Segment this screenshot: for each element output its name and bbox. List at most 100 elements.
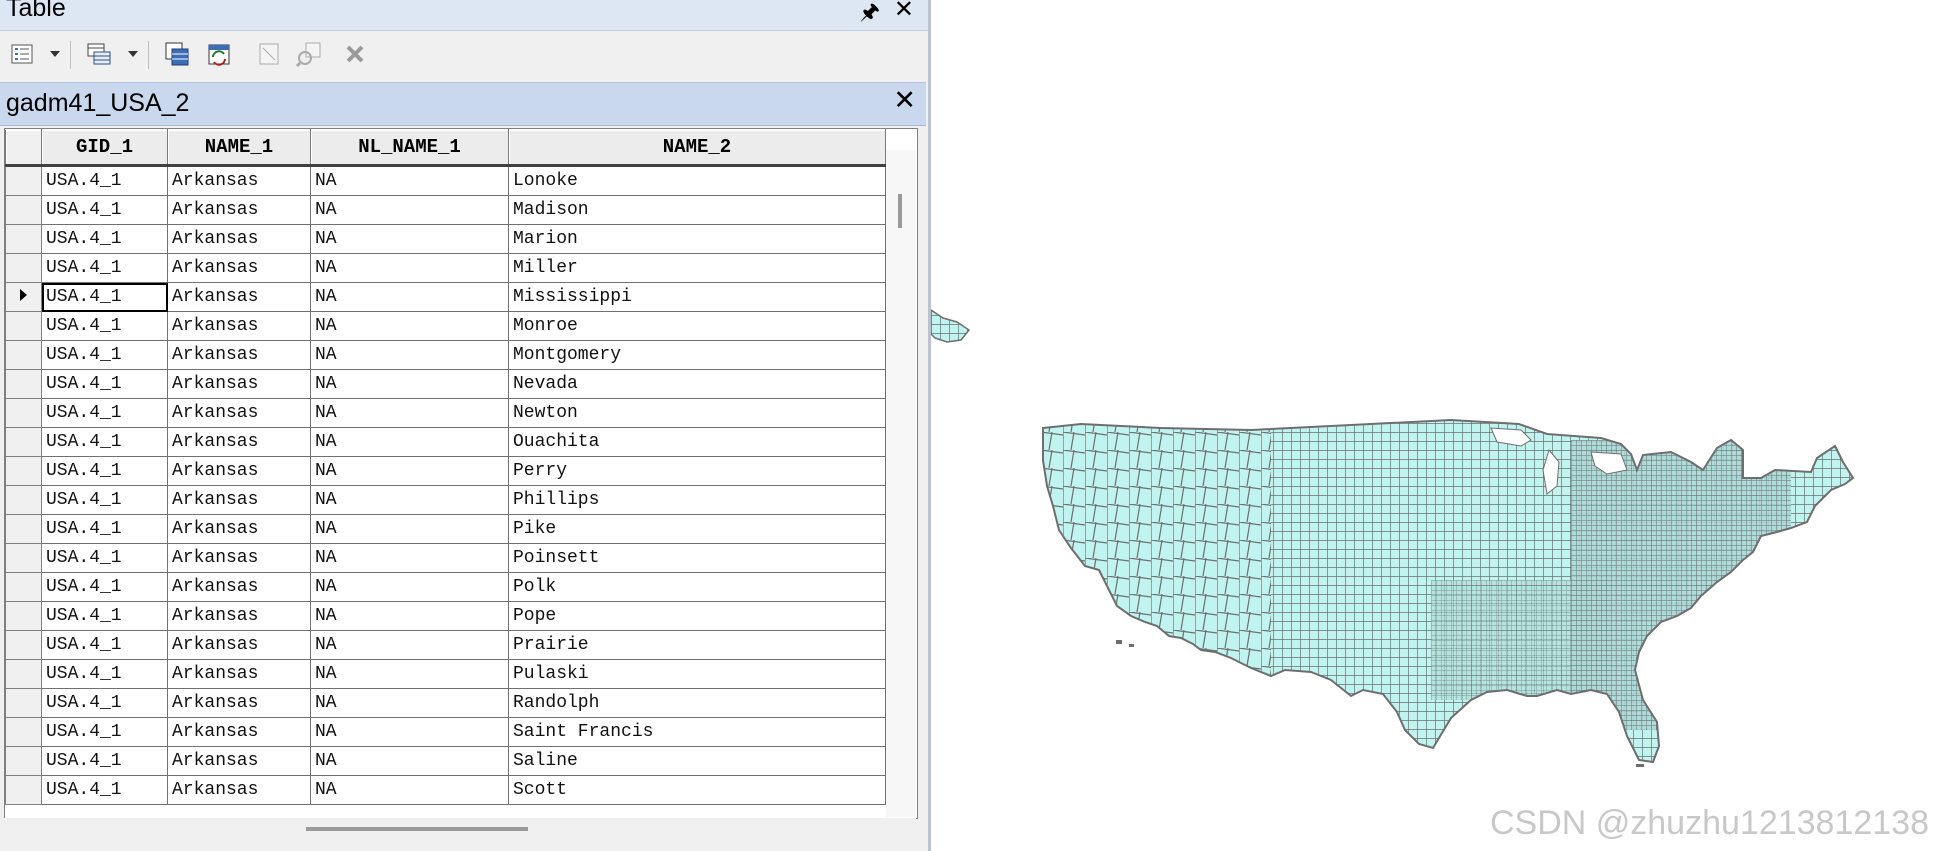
table-row[interactable]: USA.4_1 Arkansas NA Pope <box>5 601 886 631</box>
cell-nl-name-1[interactable]: NA <box>310 630 509 660</box>
row-selector[interactable] <box>5 311 42 341</box>
cell-name-2[interactable]: Madison <box>508 195 886 225</box>
table-row[interactable]: USA.4_1 Arkansas NA Miller <box>5 253 886 283</box>
cell-gid-1[interactable]: USA.4_1 <box>41 659 168 689</box>
row-selector[interactable] <box>5 195 42 225</box>
table-row[interactable]: USA.4_1 Arkansas NA Perry <box>5 456 886 486</box>
horizontal-scroll-thumb[interactable] <box>306 827 528 831</box>
row-selector[interactable] <box>5 456 42 486</box>
row-selector[interactable] <box>5 572 42 602</box>
cell-gid-1[interactable]: USA.4_1 <box>41 311 168 341</box>
column-header-gid-1[interactable]: GID_1 <box>41 129 168 167</box>
row-selector[interactable] <box>5 601 42 631</box>
cell-name-1[interactable]: Arkansas <box>167 601 311 631</box>
related-tables-dropdown-icon[interactable] <box>128 51 138 57</box>
row-selector[interactable] <box>5 717 42 747</box>
close-tab-icon[interactable]: ✕ <box>893 85 916 116</box>
cell-nl-name-1[interactable]: NA <box>310 340 509 370</box>
cell-nl-name-1[interactable]: NA <box>310 485 509 515</box>
table-tab[interactable]: gadm41_USA_2 ✕ <box>0 82 926 126</box>
cell-nl-name-1[interactable]: NA <box>310 717 509 747</box>
cell-name-2[interactable]: Lonoke <box>508 165 886 196</box>
cell-name-1[interactable]: Arkansas <box>167 485 311 515</box>
table-row[interactable]: USA.4_1 Arkansas NA Polk <box>5 572 886 602</box>
cell-nl-name-1[interactable]: NA <box>310 195 509 225</box>
cell-name-1[interactable]: Arkansas <box>167 369 311 399</box>
cell-name-2[interactable]: Newton <box>508 398 886 428</box>
cell-name-2[interactable]: Polk <box>508 572 886 602</box>
table-row[interactable]: USA.4_1 Arkansas NA Madison <box>5 195 886 225</box>
cell-name-2[interactable]: Montgomery <box>508 340 886 370</box>
cell-name-1[interactable]: Arkansas <box>167 572 311 602</box>
table-row[interactable]: USA.4_1 Arkansas NA Saline <box>5 746 886 776</box>
cell-name-1[interactable]: Arkansas <box>167 630 311 660</box>
cell-gid-1[interactable]: USA.4_1 <box>41 253 168 283</box>
column-header-nl-name-1[interactable]: NL_NAME_1 <box>310 129 509 167</box>
cell-name-1[interactable]: Arkansas <box>167 746 311 776</box>
cell-name-2[interactable]: Miller <box>508 253 886 283</box>
cell-name-1[interactable]: Arkansas <box>167 659 311 689</box>
cell-name-2[interactable]: Randolph <box>508 688 886 718</box>
cell-name-2[interactable]: Scott <box>508 775 886 805</box>
cell-name-2[interactable]: Perry <box>508 456 886 486</box>
cell-gid-1[interactable]: USA.4_1 <box>41 224 168 254</box>
cell-name-2[interactable]: Pike <box>508 514 886 544</box>
cell-name-1[interactable]: Arkansas <box>167 165 311 196</box>
cell-nl-name-1[interactable]: NA <box>310 659 509 689</box>
close-window-icon[interactable]: ✕ <box>894 0 914 24</box>
table-row[interactable]: USA.4_1 Arkansas NA Saint Francis <box>5 717 886 747</box>
select-all-header[interactable] <box>5 129 42 167</box>
table-row[interactable]: USA.4_1 Arkansas NA Mississippi <box>5 282 886 312</box>
table-row[interactable]: USA.4_1 Arkansas NA Newton <box>5 398 886 428</box>
table-row[interactable]: USA.4_1 Arkansas NA Randolph <box>5 688 886 718</box>
row-selector[interactable] <box>5 369 42 399</box>
cell-name-2[interactable]: Phillips <box>508 485 886 515</box>
table-row[interactable]: USA.4_1 Arkansas NA Ouachita <box>5 427 886 457</box>
cell-gid-1[interactable]: USA.4_1 <box>41 282 168 312</box>
cell-gid-1[interactable]: USA.4_1 <box>41 369 168 399</box>
vertical-scrollbar[interactable] <box>886 150 916 817</box>
cell-nl-name-1[interactable]: NA <box>310 165 509 196</box>
cell-name-1[interactable]: Arkansas <box>167 775 311 805</box>
switch-selection-icon[interactable] <box>204 39 234 69</box>
cell-gid-1[interactable]: USA.4_1 <box>41 398 168 428</box>
map-view[interactable]: CSDN @zhuzhu1213812138 <box>931 0 1935 851</box>
cell-gid-1[interactable]: USA.4_1 <box>41 485 168 515</box>
cell-nl-name-1[interactable]: NA <box>310 282 509 312</box>
table-row[interactable]: USA.4_1 Arkansas NA Lonoke <box>5 165 886 196</box>
pin-icon[interactable]: 🖈 <box>860 0 880 33</box>
row-selector[interactable] <box>5 282 42 312</box>
cell-gid-1[interactable]: USA.4_1 <box>41 456 168 486</box>
cell-name-2[interactable]: Saline <box>508 746 886 776</box>
cell-gid-1[interactable]: USA.4_1 <box>41 630 168 660</box>
cell-gid-1[interactable]: USA.4_1 <box>41 514 168 544</box>
related-tables-icon[interactable] <box>84 39 114 69</box>
cell-name-1[interactable]: Arkansas <box>167 282 311 312</box>
table-row[interactable]: USA.4_1 Arkansas NA Nevada <box>5 369 886 399</box>
cell-name-1[interactable]: Arkansas <box>167 688 311 718</box>
table-row[interactable]: USA.4_1 Arkansas NA Pike <box>5 514 886 544</box>
cell-name-1[interactable]: Arkansas <box>167 456 311 486</box>
cell-nl-name-1[interactable]: NA <box>310 253 509 283</box>
cell-gid-1[interactable]: USA.4_1 <box>41 572 168 602</box>
row-selector[interactable] <box>5 659 42 689</box>
cell-nl-name-1[interactable]: NA <box>310 456 509 486</box>
row-selector[interactable] <box>5 630 42 660</box>
cell-gid-1[interactable]: USA.4_1 <box>41 717 168 747</box>
cell-name-2[interactable]: Ouachita <box>508 427 886 457</box>
cell-name-1[interactable]: Arkansas <box>167 253 311 283</box>
column-header-name-2[interactable]: NAME_2 <box>508 129 886 167</box>
row-selector[interactable] <box>5 165 42 196</box>
cell-gid-1[interactable]: USA.4_1 <box>41 746 168 776</box>
cell-nl-name-1[interactable]: NA <box>310 572 509 602</box>
row-selector[interactable] <box>5 688 42 718</box>
cell-gid-1[interactable]: USA.4_1 <box>41 601 168 631</box>
cell-name-2[interactable]: Prairie <box>508 630 886 660</box>
table-row[interactable]: USA.4_1 Arkansas NA Montgomery <box>5 340 886 370</box>
clear-selection-icon[interactable] <box>254 39 284 69</box>
cell-nl-name-1[interactable]: NA <box>310 775 509 805</box>
cell-nl-name-1[interactable]: NA <box>310 224 509 254</box>
cell-name-2[interactable]: Monroe <box>508 311 886 341</box>
table-options-icon[interactable] <box>8 39 38 69</box>
cell-name-2[interactable]: Saint Francis <box>508 717 886 747</box>
